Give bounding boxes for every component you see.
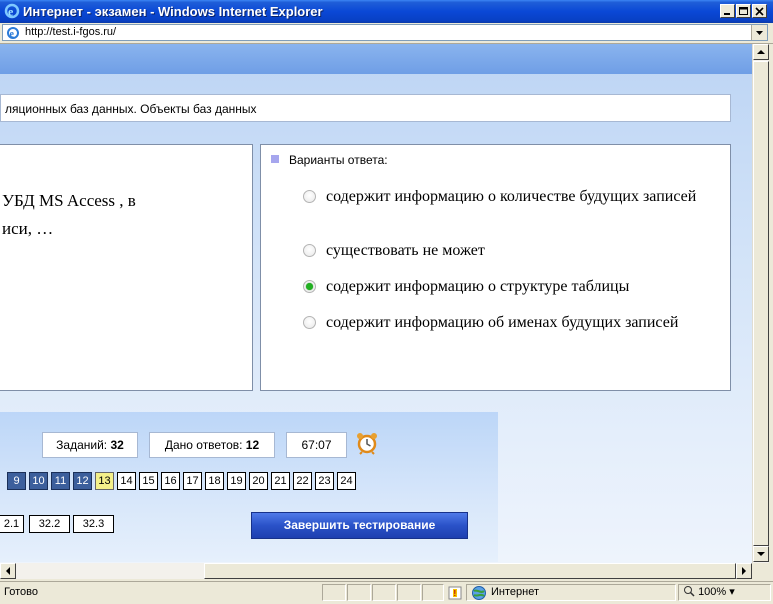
svg-text:e: e: [10, 29, 15, 40]
page-viewport: ляционных баз данных. Объекты баз данных…: [0, 44, 752, 563]
security-zone: Интернет: [471, 585, 539, 604]
answered-label: Дано ответов:: [164, 438, 243, 452]
globe-icon: [472, 586, 486, 600]
question-number-button[interactable]: 19: [227, 472, 246, 490]
question-number-button[interactable]: 17: [183, 472, 202, 490]
arrow-down-icon: [757, 552, 765, 556]
question-number-button[interactable]: 24: [337, 472, 356, 490]
question-number-button[interactable]: 9: [7, 472, 26, 490]
arrow-right-icon: [742, 567, 746, 575]
window-title: Интернет - экзамен - Windows Internet Ex…: [23, 4, 323, 19]
status-segment: [422, 584, 444, 601]
chevron-down-icon: [756, 31, 763, 35]
alarm-clock-icon: [357, 433, 377, 455]
url-text: http://test.i-fgos.ru/: [25, 26, 117, 38]
header-band: [0, 44, 752, 74]
scroll-down-button[interactable]: [753, 546, 769, 562]
sub-question-button[interactable]: 32.2: [29, 515, 70, 533]
status-text: Готово: [4, 586, 38, 598]
topic-text: ляционных баз данных. Объекты баз данных: [5, 102, 257, 116]
horizontal-scrollbar[interactable]: [0, 563, 752, 579]
finish-test-button[interactable]: Завершить тестирование: [251, 512, 468, 539]
radio-button[interactable]: [303, 316, 316, 329]
timer-value: 67:07: [301, 438, 332, 452]
topic-line: ляционных баз данных. Объекты баз данных: [0, 94, 731, 122]
svg-text:!: !: [454, 589, 457, 598]
answer-label: содержит информацию об именах будущих за…: [326, 314, 679, 331]
zoom-value: 100%: [698, 586, 727, 598]
answer-label: существовать не может: [326, 242, 485, 259]
scroll-up-button[interactable]: [753, 44, 769, 60]
vertical-scroll-thumb[interactable]: [753, 61, 769, 546]
arrow-up-icon: [757, 50, 765, 54]
answer-label: содержит информацию о структуре таблицы: [326, 278, 630, 295]
arrow-left-icon: [6, 567, 10, 575]
answers-panel: Варианты ответа: содержит информацию о к…: [260, 144, 731, 391]
question-number-button[interactable]: 22: [293, 472, 312, 490]
minimize-button[interactable]: [720, 4, 735, 18]
address-bar: e http://test.i-fgos.ru/: [0, 23, 773, 44]
control-area: Заданий: 32 Дано ответов: 12 67:07 9 10 11…: [0, 412, 498, 562]
question-line: УБД MS Access , в: [2, 191, 136, 210]
close-button[interactable]: [752, 4, 767, 18]
minimize-icon: [724, 13, 730, 15]
tasks-count: Заданий: 32: [42, 432, 138, 458]
status-segment: [397, 584, 421, 601]
chevron-down-icon[interactable]: ▾: [729, 586, 735, 598]
zoom-control[interactable]: 100% ▾: [683, 585, 735, 598]
tasks-value: 32: [110, 438, 124, 452]
answer-label: содержит информацию о количестве будущих…: [326, 188, 697, 205]
page-icon: e: [7, 27, 19, 40]
title-bar: e Интернет - экзамен - Windows Internet …: [0, 0, 773, 23]
magnifier-icon: [684, 586, 695, 597]
maximize-button[interactable]: [736, 4, 751, 18]
status-bar: Готово ! Интернет 100% ▾: [0, 581, 773, 603]
question-number-button[interactable]: 21: [271, 472, 290, 490]
protected-mode-icon[interactable]: !: [447, 585, 463, 601]
sub-question-button[interactable]: 2.1: [0, 515, 24, 533]
question-panel: УБД MS Access , в иси, …: [0, 144, 253, 391]
question-number-button[interactable]: 15: [139, 472, 158, 490]
radio-button[interactable]: [303, 190, 316, 203]
header-bullet-icon: [271, 155, 279, 163]
tasks-label: Заданий:: [56, 438, 108, 452]
vertical-scrollbar[interactable]: [752, 44, 769, 563]
horizontal-scroll-thumb[interactable]: [204, 563, 736, 579]
question-line: иси, …: [2, 219, 54, 238]
question-number-button[interactable]: 10: [29, 472, 48, 490]
question-text: УБД MS Access , в иси, …: [2, 187, 136, 243]
question-number-button[interactable]: 11: [51, 472, 70, 490]
timer: 67:07: [286, 432, 347, 458]
address-dropdown-button[interactable]: [751, 25, 767, 40]
question-number-button[interactable]: 18: [205, 472, 224, 490]
answers-header: Варианты ответа:: [289, 153, 388, 167]
svg-text:e: e: [8, 5, 14, 19]
question-number-button[interactable]: 23: [315, 472, 334, 490]
radio-button-checked[interactable]: [303, 280, 316, 293]
internet-explorer-icon: e: [4, 3, 20, 19]
status-segment: [322, 584, 346, 601]
question-number-button[interactable]: 13: [95, 472, 114, 490]
radio-button[interactable]: [303, 244, 316, 257]
zone-label: Интернет: [491, 586, 539, 598]
maximize-icon: [739, 7, 748, 15]
close-icon: [755, 7, 764, 16]
answered-value: 12: [245, 438, 260, 452]
question-number-button[interactable]: 16: [161, 472, 180, 490]
question-number-button[interactable]: 20: [249, 472, 268, 490]
scrollbar-corner: [752, 563, 769, 579]
address-input[interactable]: e http://test.i-fgos.ru/: [2, 24, 768, 41]
status-segment: [347, 584, 371, 601]
status-segment: [372, 584, 396, 601]
question-number-button[interactable]: 12: [73, 472, 92, 490]
scroll-left-button[interactable]: [0, 563, 16, 579]
question-number-button[interactable]: 14: [117, 472, 136, 490]
answered-count: Дано ответов: 12: [149, 432, 275, 458]
sub-question-button[interactable]: 32.3: [73, 515, 114, 533]
scroll-right-button[interactable]: [736, 563, 752, 579]
